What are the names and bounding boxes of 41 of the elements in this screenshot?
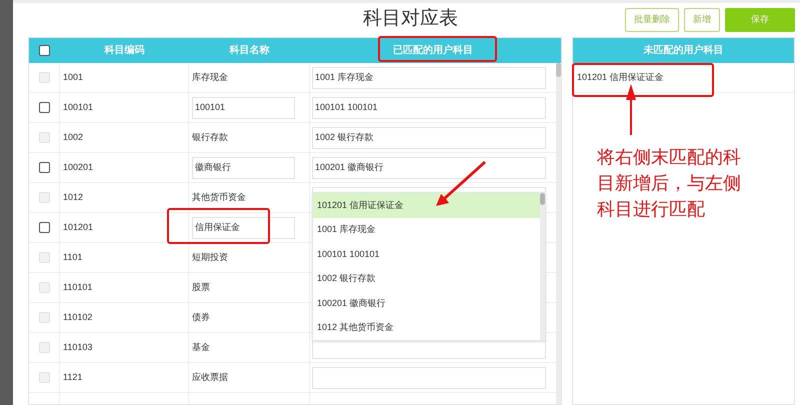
table-cell-text: 股票 <box>192 280 210 294</box>
table-cell-text: 短期投资 <box>192 250 228 264</box>
table-cell-text: 其他货币资金 <box>192 190 246 204</box>
table-cell-text: 应收票据 <box>192 370 228 384</box>
matched-select[interactable]: 100101 100101 <box>312 96 546 118</box>
matched-select[interactable]: 1002 银行存款 <box>312 126 546 148</box>
table-cell-text: 101201 <box>63 220 94 234</box>
page-title: 科目对应表 <box>363 7 458 31</box>
table-cell-text: 1001 <box>63 70 84 84</box>
table-cell-text: 债券 <box>192 310 210 324</box>
table-cell-text: 1121 <box>63 370 82 384</box>
matched-select[interactable] <box>312 366 546 388</box>
column-header: 科目名称 <box>230 44 270 58</box>
dropdown-option[interactable]: 1012 其他货币资金 <box>313 316 540 340</box>
column-header: 科目编码 <box>104 44 144 58</box>
dropdown-option[interactable]: 101201 信用证保证金 <box>313 193 540 218</box>
checkbox[interactable] <box>38 162 50 173</box>
table-cell-text: 银行存款 <box>192 130 228 144</box>
column-header: 已匹配的用户科目 <box>393 43 473 58</box>
name-input[interactable]: 徽商银行 <box>192 156 295 178</box>
checkbox[interactable] <box>38 102 50 113</box>
checkbox[interactable] <box>38 222 50 233</box>
table-cell-text: 库存现金 <box>192 70 228 84</box>
matched-select[interactable]: 1001 库存现金 <box>312 66 546 88</box>
annotation-text: 将右侧末匹配的科目新增后，与左侧科目进行匹配 <box>597 146 742 221</box>
table-cell-text: 100101 <box>63 100 94 114</box>
matched-select[interactable]: 100201 徽商银行 <box>312 156 546 178</box>
table-cell-text: 110102 <box>63 310 92 324</box>
annotation-arrow <box>626 84 636 135</box>
table-cell-text: 100201 <box>63 160 94 174</box>
table-cell-text: 110101 <box>63 280 92 294</box>
table-cell-text: 1002 <box>63 130 84 144</box>
table-cell-text: 1012 <box>63 190 84 204</box>
annotation-arrow <box>436 161 486 206</box>
checkbox[interactable] <box>39 45 50 56</box>
panel-header: 未匹配的用户科目 <box>573 38 794 63</box>
table-cell-text: 基金 <box>192 340 210 354</box>
name-input[interactable]: 100101 <box>192 96 295 118</box>
table-cell-text: 1101 <box>63 250 82 264</box>
table-cell-text: 110103 <box>63 340 92 354</box>
name-input[interactable]: 信用保证金 <box>192 216 295 238</box>
